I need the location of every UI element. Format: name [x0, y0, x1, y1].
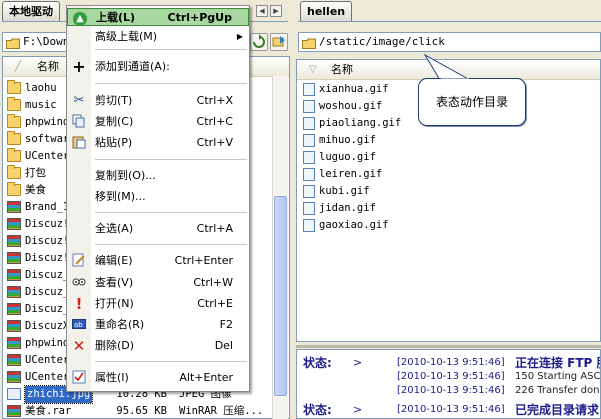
refresh-button[interactable]	[250, 33, 268, 51]
column-name-label: 名称	[331, 63, 353, 76]
sync-button[interactable]	[270, 33, 288, 51]
menu-separator	[95, 49, 247, 50]
refresh-icon	[253, 34, 265, 48]
sort-icon: ▽	[309, 64, 317, 75]
menu-separator	[95, 361, 247, 362]
left-path-text: F:\Down	[23, 35, 70, 48]
folder-icon	[7, 80, 21, 94]
gif-file-icon	[303, 83, 315, 96]
rar-file-icon	[7, 286, 21, 298]
gif-file-icon	[303, 117, 315, 130]
paste-icon	[71, 135, 87, 151]
tab-local-drive[interactable]: 本地驱动	[2, 1, 60, 21]
rar-file-icon	[7, 371, 21, 383]
view-icon	[71, 275, 87, 291]
menu-item-advanced-upload[interactable]: 高级上载(M) ▶	[67, 28, 249, 46]
right-path-text: /static/image/click	[319, 35, 445, 48]
menu-item-copy-to[interactable]: 复制到(O)...	[67, 167, 249, 185]
log-splitter[interactable]	[296, 345, 601, 348]
menu-separator	[95, 159, 247, 160]
gif-file-icon	[303, 134, 315, 147]
menu-item-upload[interactable]: ▲ 上载(L) Ctrl+PgUp	[67, 8, 249, 26]
rar-file-icon	[7, 235, 21, 247]
menu-item-paste[interactable]: 粘贴(P) Ctrl+V	[67, 134, 249, 152]
tab-label: hellen	[307, 5, 346, 18]
callout-text: 表态动作目录	[435, 95, 508, 109]
right-tab-strip	[298, 21, 601, 22]
sync-icon	[272, 36, 285, 47]
column-name-label: 名称	[37, 60, 59, 73]
folder-icon	[7, 131, 21, 145]
right-column-header[interactable]: ▽ 名称	[297, 60, 600, 80]
menu-item-select-all[interactable]: 全选(A) Ctrl+A	[67, 220, 249, 238]
folder-icon	[302, 37, 316, 51]
gif-file-icon	[303, 100, 315, 113]
menu-separator	[95, 83, 247, 84]
left-path-field[interactable]: F:\Down	[2, 32, 72, 52]
tab-scroll-right-icon[interactable]: ▶	[270, 5, 282, 17]
tab-label: 本地驱动	[9, 5, 53, 18]
rar-file-icon	[7, 320, 21, 332]
rename-icon: ab	[71, 317, 87, 333]
folder-icon	[6, 37, 20, 51]
left-scroll-thumb[interactable]	[274, 196, 287, 396]
rar-file-icon	[7, 269, 21, 281]
copy-icon	[71, 114, 87, 130]
rar-file-icon	[7, 337, 21, 349]
folder-icon	[7, 114, 21, 128]
gif-file-icon	[303, 219, 315, 232]
rar-file-icon	[7, 303, 21, 315]
gif-file-icon	[303, 202, 315, 215]
gif-file-icon	[303, 168, 315, 181]
menu-item-add-to-queue[interactable]: + 添加到通道(A):	[67, 58, 249, 76]
menu-item-copy[interactable]: 复制(C) Ctrl+C	[67, 113, 249, 131]
gif-file-icon	[303, 151, 315, 164]
menu-item-cut[interactable]: ✂ 剪切(T) Ctrl+X	[67, 92, 249, 110]
properties-icon	[71, 370, 87, 386]
right-path-field[interactable]: /static/image/click	[298, 32, 601, 52]
log-entry: [2010-10-13 9:51:46] 150 Starting ASCII	[397, 371, 601, 382]
submenu-arrow-icon: ▶	[236, 32, 243, 41]
folder-icon	[7, 148, 21, 162]
log-entry: [2010-10-13 9:51:46] 226 Transfer done	[397, 385, 601, 396]
rar-file-icon	[7, 252, 21, 264]
menu-separator	[95, 244, 247, 245]
log-entry: 状态: > [2010-10-13 9:51:46] 已完成目录请求	[303, 403, 600, 417]
rar-file-icon	[7, 218, 21, 230]
menu-item-move-to[interactable]: 移到(M)...	[67, 188, 249, 206]
rar-file-icon	[7, 405, 21, 417]
image-file-icon	[7, 388, 21, 400]
menu-item-rename[interactable]: ab 重命名(R) F2	[67, 316, 249, 334]
tab-scroll-left-icon[interactable]: ◀	[256, 5, 268, 17]
menu-item-properties[interactable]: 属性(I) Alt+Enter	[67, 369, 249, 387]
gif-file-icon	[303, 185, 315, 198]
left-scrollbar[interactable]	[272, 76, 288, 419]
folder-icon	[7, 165, 21, 179]
menu-item-delete[interactable]: ✕ 删除(D) Del	[67, 337, 249, 355]
delete-x-icon: ✕	[72, 337, 86, 355]
menu-item-view[interactable]: 查看(V) Ctrl+W	[67, 274, 249, 292]
edit-icon	[71, 253, 87, 269]
rar-file-icon	[7, 354, 21, 366]
sort-icon: ╱	[15, 61, 22, 72]
exclamation-icon: !	[75, 295, 83, 313]
tab-remote-site[interactable]: hellen	[300, 1, 353, 21]
status-log: 状态: > [2010-10-13 9:51:46] 正在连接 FTP 服 [2…	[296, 349, 601, 419]
annotation-callout: 表态动作目录	[418, 78, 526, 126]
plus-icon: +	[72, 57, 86, 76]
svg-text:ab: ab	[74, 321, 83, 329]
file-row[interactable]: 美食.rar 95.65 KB WinRAR 压缩...	[7, 403, 287, 418]
upload-icon: ▲	[72, 10, 88, 26]
rar-file-icon	[7, 201, 21, 213]
menu-separator	[95, 212, 247, 213]
menu-item-edit[interactable]: 编辑(E) Ctrl+Enter	[67, 252, 249, 270]
scissors-icon: ✂	[73, 93, 85, 108]
context-menu: ▲ 上载(L) Ctrl+PgUp 高级上载(M) ▶ + 添加到通道(A): …	[66, 5, 250, 392]
folder-icon	[7, 182, 21, 196]
folder-icon	[7, 97, 21, 111]
menu-item-open[interactable]: ! 打开(N) Ctrl+E	[67, 295, 249, 313]
